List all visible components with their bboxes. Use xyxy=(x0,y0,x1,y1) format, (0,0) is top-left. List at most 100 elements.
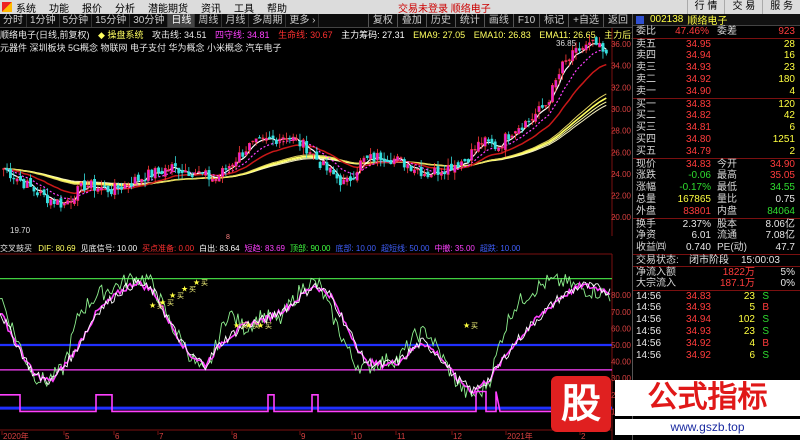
ma-long-line-3 xyxy=(3,97,607,186)
buy-price: 34.81 xyxy=(685,122,711,133)
buy-level-label: 买四 xyxy=(636,134,656,145)
candle-body xyxy=(530,119,534,121)
chart-area[interactable]: 36.00 34.00 32.00 30.00 28.00 26.00 24.00 22.00… xyxy=(0,14,632,440)
buy-star-icon: ★ xyxy=(245,321,252,330)
candle-body xyxy=(392,158,396,165)
candle-body xyxy=(487,139,490,142)
tick-price: 34.94 xyxy=(685,314,711,325)
stat-label: 现价 xyxy=(636,158,656,170)
candle-body xyxy=(234,161,238,167)
candle-body xyxy=(423,173,426,177)
candle-body xyxy=(544,105,548,107)
menu-item-futures[interactable]: 潜能期货 xyxy=(148,0,188,15)
candle-body xyxy=(567,59,571,61)
candle-body xyxy=(59,198,63,208)
candle-body xyxy=(126,184,130,187)
quote-row: 14:56 34.93 5 B xyxy=(633,302,800,314)
login-status-text: 交易未登录 顺络电子 xyxy=(398,3,491,15)
buy-volume: 120 xyxy=(778,98,795,110)
tick-side: S xyxy=(762,314,769,325)
candle-body xyxy=(184,170,187,173)
quote-row: 委比 47.46% 委差 923 xyxy=(633,26,800,38)
stat-label: 内盘 xyxy=(717,206,737,217)
flow-pct: 5% xyxy=(780,266,795,278)
quote-row: 14:56 34.83 23 S xyxy=(633,290,800,302)
trade-status-time: 15:00:03 xyxy=(741,254,780,266)
date-axis-label: 7 xyxy=(159,432,164,440)
stock-name: 顺络电子 xyxy=(687,16,728,27)
candle-body xyxy=(517,128,521,135)
menu-item-help[interactable]: 帮助 xyxy=(267,0,287,15)
candle-body xyxy=(116,185,120,189)
candle-body xyxy=(163,168,167,177)
trade-mode-button[interactable]: 交 易 xyxy=(724,0,762,14)
candle-body xyxy=(365,155,369,158)
indicator-name[interactable]: 交叉鼓买 xyxy=(0,244,32,253)
sell-level-label: 卖四 xyxy=(636,50,656,61)
menu-item-news[interactable]: 资讯 xyxy=(201,0,221,15)
candle-body xyxy=(83,180,86,191)
stat-value: 6.01 xyxy=(691,230,711,241)
candle-body xyxy=(86,185,90,188)
candle-body xyxy=(56,199,59,205)
tick-side: S xyxy=(762,290,769,302)
candle-body xyxy=(22,179,26,189)
tick-side: B xyxy=(762,302,769,313)
watermark-text: 公式指标 xyxy=(615,380,800,416)
weicha-label: 委差 xyxy=(717,26,737,37)
menu-item-analysis[interactable]: 分析 xyxy=(115,0,135,15)
candle-body xyxy=(584,44,588,51)
candle-body xyxy=(89,180,93,189)
indicator-axis-label: 60.00 xyxy=(611,324,632,333)
candle-body xyxy=(274,139,278,144)
candle-body xyxy=(173,163,177,167)
candle-body xyxy=(133,176,137,185)
candle-body xyxy=(52,200,56,204)
candle-body xyxy=(338,175,342,186)
menu-item-quote[interactable]: 报价 xyxy=(82,0,102,15)
stat-label: 外盘 xyxy=(636,206,656,217)
candle-body xyxy=(436,166,440,175)
buy-tag: 买 xyxy=(471,322,478,330)
candle-body xyxy=(177,167,181,174)
candle-body xyxy=(476,141,480,152)
candle-body xyxy=(204,170,208,176)
candle-body xyxy=(359,160,362,171)
buy-star-icon: ★ xyxy=(257,321,264,330)
price-axis-label: 32.00 xyxy=(611,83,632,92)
indicator-value-7: 超短线: 50.00 xyxy=(380,244,430,253)
buy-level-label: 买五 xyxy=(636,146,656,157)
candle-body xyxy=(480,143,484,145)
menu-item-system[interactable]: 系统 xyxy=(16,0,36,15)
high-price-label: 36.85 xyxy=(556,39,577,48)
service-mode-button[interactable]: 服 务 xyxy=(762,0,800,14)
menu-item-function[interactable]: 功能 xyxy=(49,0,69,15)
candle-body xyxy=(406,163,410,169)
stat-label: 净资 xyxy=(636,230,656,241)
candle-body xyxy=(231,164,235,167)
indicator-value-2: 买点准备: 0.00 xyxy=(142,244,195,253)
quote-row: 卖三 34.93 23 xyxy=(633,62,800,74)
flow-pct: 0% xyxy=(780,278,795,289)
quote-row: 收益㈣ 0.740 PE(动) 47.7 xyxy=(633,242,800,254)
quote-row: 现价 34.83 今开 34.90 xyxy=(633,158,800,170)
candle-body xyxy=(577,48,581,51)
menu-item-tools[interactable]: 工具 xyxy=(234,0,254,15)
candle-body xyxy=(157,167,160,173)
candle-body xyxy=(332,169,336,175)
candle-body xyxy=(588,42,591,46)
candle-body xyxy=(66,200,70,205)
date-axis-label: 6 xyxy=(115,432,120,440)
candle-body xyxy=(170,164,174,173)
candle-body xyxy=(76,185,80,201)
candle-body xyxy=(443,171,447,175)
price-axis-label: 28.00 xyxy=(611,127,632,136)
tick-price: 34.83 xyxy=(685,290,711,302)
candle-body xyxy=(483,137,487,147)
candle-body xyxy=(439,172,443,176)
candle-body xyxy=(396,156,400,161)
sell-volume: 28 xyxy=(783,38,795,50)
tick-volume: 23 xyxy=(743,290,755,302)
price-axis-label: 36.00 xyxy=(611,40,632,49)
candle-body xyxy=(598,42,602,48)
